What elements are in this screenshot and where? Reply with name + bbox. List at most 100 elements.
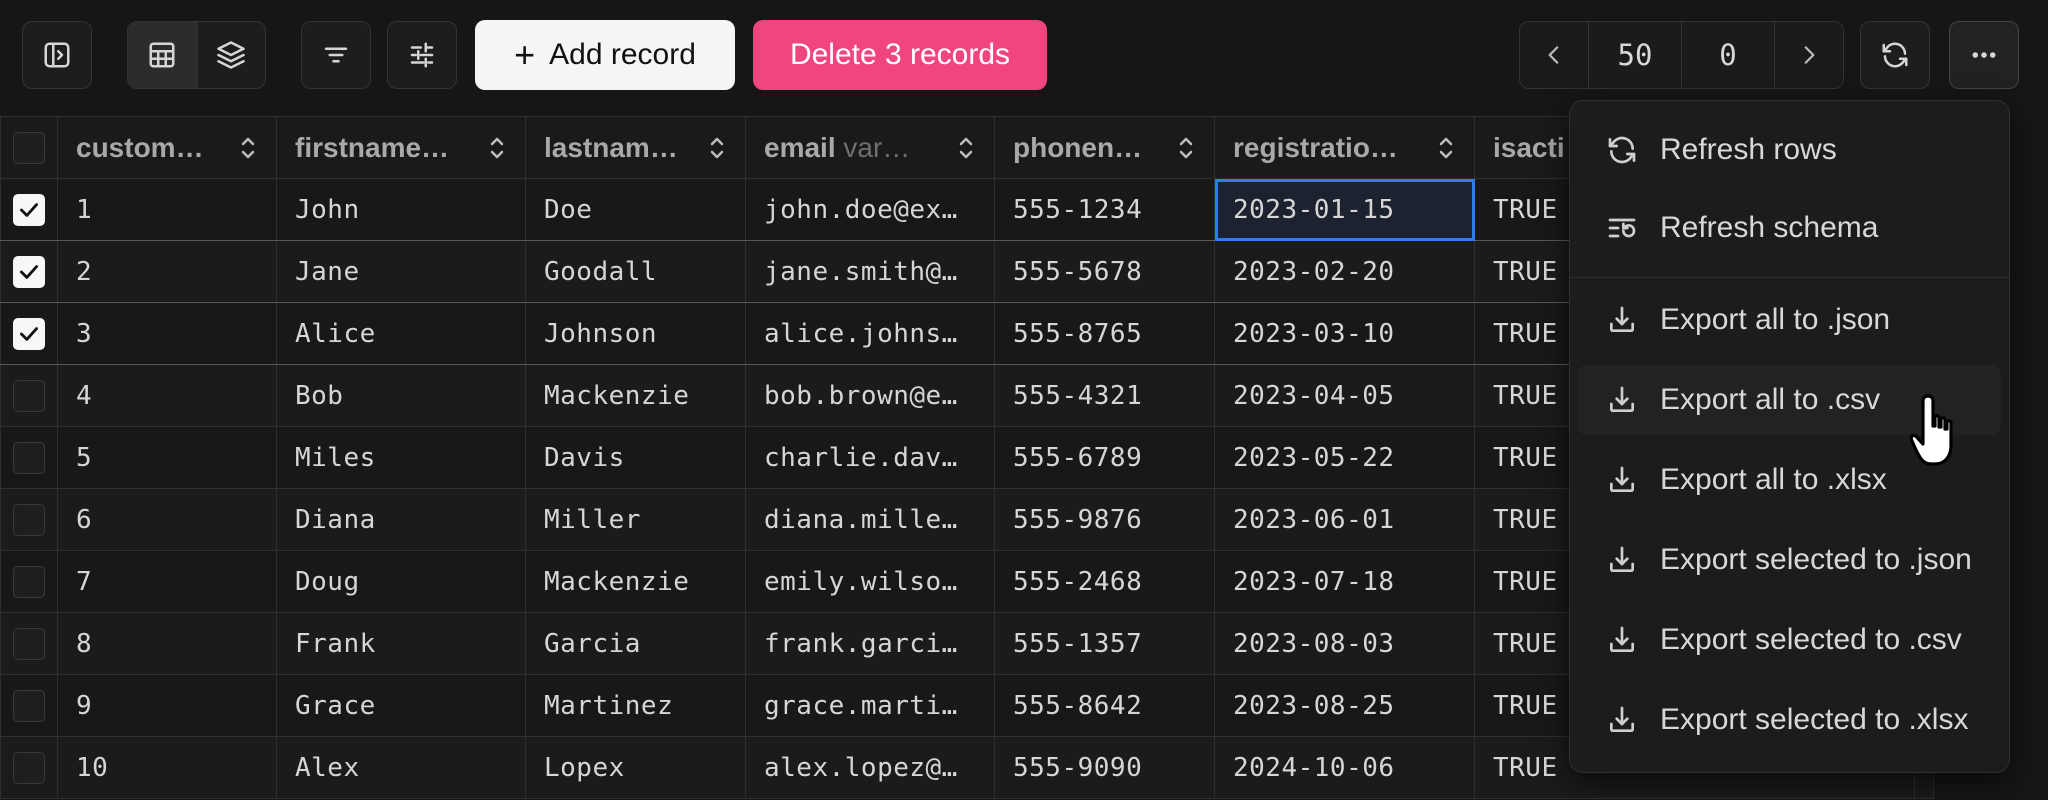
column-header[interactable]: firstname…: [276, 116, 526, 179]
table-cell[interactable]: 8: [57, 612, 277, 675]
table-cell[interactable]: Goodall: [525, 240, 746, 303]
select-all-checkbox[interactable]: [13, 131, 45, 164]
delete-records-button[interactable]: Delete 3 records: [753, 20, 1047, 90]
schema-view-button[interactable]: [196, 22, 265, 88]
table-cell[interactable]: 2: [57, 240, 277, 303]
row-select-cell[interactable]: [0, 240, 58, 303]
prev-page-button[interactable]: [1520, 22, 1588, 88]
table-cell[interactable]: Diana: [276, 488, 526, 551]
table-cell[interactable]: 10: [57, 736, 277, 799]
toggle-sidebar-button[interactable]: [22, 21, 92, 89]
table-cell[interactable]: charlie.dav…: [745, 426, 995, 489]
table-cell[interactable]: Mackenzie: [525, 550, 746, 613]
table-cell[interactable]: Frank: [276, 612, 526, 675]
table-cell[interactable]: 2023-02-20: [1214, 240, 1475, 303]
more-options-button[interactable]: [1949, 21, 2019, 89]
table-cell[interactable]: Alex: [276, 736, 526, 799]
table-cell[interactable]: Doe: [525, 178, 746, 241]
row-checkbox[interactable]: [13, 255, 45, 288]
row-checkbox[interactable]: [13, 751, 45, 784]
table-cell[interactable]: Grace: [276, 674, 526, 737]
row-select-cell[interactable]: [0, 426, 58, 489]
row-select-cell[interactable]: [0, 178, 58, 241]
menu-item-export-all-to-json[interactable]: Export all to .json: [1578, 285, 2001, 355]
page-size-input[interactable]: 50: [1588, 22, 1681, 88]
table-cell[interactable]: 6: [57, 488, 277, 551]
column-header[interactable]: registratio…: [1214, 116, 1475, 179]
table-cell[interactable]: Jane: [276, 240, 526, 303]
table-cell[interactable]: 3: [57, 302, 277, 365]
row-checkbox[interactable]: [13, 317, 45, 350]
sort-button[interactable]: [1438, 135, 1454, 161]
row-select-cell[interactable]: [0, 736, 58, 799]
row-checkbox[interactable]: [13, 441, 45, 474]
table-cell[interactable]: frank.garci…: [745, 612, 995, 675]
table-cell[interactable]: diana.mille…: [745, 488, 995, 551]
table-cell[interactable]: 2023-08-03: [1214, 612, 1475, 675]
row-checkbox[interactable]: [13, 689, 45, 722]
select-all-cell[interactable]: [0, 116, 58, 179]
menu-item-export-selected-to-csv[interactable]: Export selected to .csv: [1578, 605, 2001, 675]
table-cell[interactable]: Doug: [276, 550, 526, 613]
table-cell[interactable]: 2023-08-25: [1214, 674, 1475, 737]
table-cell[interactable]: 555-8642: [994, 674, 1215, 737]
table-cell[interactable]: emily.wilso…: [745, 550, 995, 613]
adjust-columns-button[interactable]: [387, 21, 457, 89]
table-cell[interactable]: 1: [57, 178, 277, 241]
row-select-cell[interactable]: [0, 364, 58, 427]
table-cell[interactable]: 2024-10-06: [1214, 736, 1475, 799]
table-cell[interactable]: 2023-04-05: [1214, 364, 1475, 427]
table-cell[interactable]: 555-1357: [994, 612, 1215, 675]
table-cell[interactable]: 555-8765: [994, 302, 1215, 365]
row-checkbox[interactable]: [13, 503, 45, 536]
table-cell[interactable]: 5: [57, 426, 277, 489]
table-cell[interactable]: John: [276, 178, 526, 241]
offset-input[interactable]: 0: [1681, 22, 1774, 88]
table-cell[interactable]: 555-1234: [994, 178, 1215, 241]
row-checkbox[interactable]: [13, 565, 45, 598]
table-cell[interactable]: Bob: [276, 364, 526, 427]
table-cell[interactable]: 7: [57, 550, 277, 613]
sort-button[interactable]: [240, 135, 256, 161]
column-header[interactable]: lastnam…: [525, 116, 746, 179]
table-cell[interactable]: 4: [57, 364, 277, 427]
column-header[interactable]: email var…: [745, 116, 995, 179]
table-cell[interactable]: 2023-06-01: [1214, 488, 1475, 551]
table-cell[interactable]: grace.marti…: [745, 674, 995, 737]
menu-item-refresh-rows[interactable]: Refresh rows: [1578, 115, 2001, 185]
table-cell[interactable]: 9: [57, 674, 277, 737]
table-cell[interactable]: 555-5678: [994, 240, 1215, 303]
table-cell[interactable]: 555-2468: [994, 550, 1215, 613]
row-select-cell[interactable]: [0, 674, 58, 737]
table-cell[interactable]: alex.lopez@…: [745, 736, 995, 799]
table-cell[interactable]: Miles: [276, 426, 526, 489]
table-cell[interactable]: Martinez: [525, 674, 746, 737]
row-select-cell[interactable]: [0, 302, 58, 365]
row-select-cell[interactable]: [0, 488, 58, 551]
menu-item-refresh-schema[interactable]: Refresh schema: [1578, 193, 2001, 263]
filter-button[interactable]: [301, 21, 371, 89]
next-page-button[interactable]: [1774, 22, 1843, 88]
refresh-button[interactable]: [1860, 21, 1930, 89]
menu-item-export-selected-to-xlsx[interactable]: Export selected to .xlsx: [1578, 685, 2001, 755]
table-cell[interactable]: 555-6789: [994, 426, 1215, 489]
row-checkbox[interactable]: [13, 379, 45, 412]
row-checkbox[interactable]: [13, 627, 45, 660]
row-select-cell[interactable]: [0, 550, 58, 613]
table-cell[interactable]: Johnson: [525, 302, 746, 365]
row-select-cell[interactable]: [0, 612, 58, 675]
table-cell[interactable]: 2023-07-18: [1214, 550, 1475, 613]
sort-button[interactable]: [1178, 135, 1194, 161]
table-cell[interactable]: bob.brown@e…: [745, 364, 995, 427]
sort-button[interactable]: [958, 135, 974, 161]
table-cell[interactable]: 555-9090: [994, 736, 1215, 799]
table-cell[interactable]: john.doe@ex…: [745, 178, 995, 241]
add-record-button[interactable]: + Add record: [475, 20, 735, 90]
sort-button[interactable]: [489, 135, 505, 161]
sort-button[interactable]: [709, 135, 725, 161]
table-cell[interactable]: Lopex: [525, 736, 746, 799]
table-cell[interactable]: 2023-01-15: [1214, 178, 1475, 241]
menu-item-export-selected-to-json[interactable]: Export selected to .json: [1578, 525, 2001, 595]
table-cell[interactable]: 2023-05-22: [1214, 426, 1475, 489]
table-cell[interactable]: 555-9876: [994, 488, 1215, 551]
